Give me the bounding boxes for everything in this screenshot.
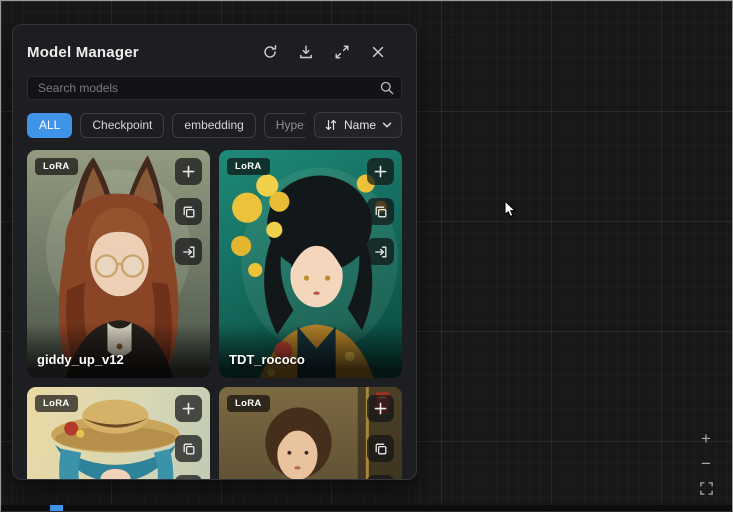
add-model-button[interactable] xyxy=(367,395,394,422)
copy-icon xyxy=(374,442,388,456)
plus-icon xyxy=(374,165,387,178)
load-model-button[interactable] xyxy=(367,238,394,265)
card-actions xyxy=(175,158,202,265)
panel-header-actions xyxy=(258,40,402,64)
refresh-icon xyxy=(262,44,278,60)
model-type-badge: LoRA xyxy=(35,395,78,412)
zoom-out-button[interactable]: − xyxy=(695,452,717,474)
arrow-into-box-icon xyxy=(374,245,388,259)
close-button[interactable] xyxy=(366,40,390,64)
model-type-badge: LoRA xyxy=(227,158,270,175)
card-actions xyxy=(175,395,202,479)
filter-chip-all[interactable]: ALL xyxy=(27,113,72,138)
copy-icon xyxy=(182,205,196,219)
card-actions xyxy=(367,158,394,265)
search-bar xyxy=(27,76,402,100)
copy-model-button[interactable] xyxy=(367,198,394,225)
load-model-button[interactable] xyxy=(175,238,202,265)
close-icon xyxy=(370,44,386,60)
search-input[interactable] xyxy=(27,76,402,100)
model-name: TDT_rococo xyxy=(229,352,305,367)
copy-icon xyxy=(374,205,388,219)
canvas-controls: + − xyxy=(695,427,717,499)
model-card-grid: LoRA giddy_up_v12 xyxy=(27,150,402,479)
copy-model-button[interactable] xyxy=(367,435,394,462)
filter-chip-embedding[interactable]: embedding xyxy=(172,113,255,138)
filter-chip-hypernetwork[interactable]: Hype› xyxy=(264,113,306,138)
plus-icon xyxy=(374,402,387,415)
copy-model-button[interactable] xyxy=(175,435,202,462)
panel-title: Model Manager xyxy=(27,44,139,61)
filter-chip-checkpoint[interactable]: Checkpoint xyxy=(80,113,164,138)
model-manager-panel: Model Manager ALL xyxy=(12,24,417,480)
load-model-button[interactable] xyxy=(175,475,202,479)
model-name: giddy_up_v12 xyxy=(37,352,124,367)
panel-header: Model Manager xyxy=(27,39,402,65)
model-type-badge: LoRA xyxy=(35,158,78,175)
plus-icon xyxy=(182,402,195,415)
load-model-button[interactable] xyxy=(367,475,394,479)
fit-view-icon xyxy=(699,481,714,496)
chevron-down-icon xyxy=(382,121,392,129)
card-name-overlay: TDT_rococo xyxy=(219,323,402,378)
model-card[interactable]: LoRA TDT_rococo xyxy=(219,150,402,378)
refresh-button[interactable] xyxy=(258,40,282,64)
bottom-edge-bar xyxy=(1,505,732,511)
filter-row: ALL Checkpoint embedding Hype› Name xyxy=(27,112,402,138)
copy-icon xyxy=(182,442,196,456)
fit-view-button[interactable] xyxy=(695,477,717,499)
plus-icon xyxy=(182,165,195,178)
model-card[interactable]: LoRA giddy_up_v12 xyxy=(27,150,210,378)
filter-chips: ALL Checkpoint embedding Hype› xyxy=(27,113,306,138)
zoom-in-button[interactable]: + xyxy=(695,427,717,449)
bottom-edge-accent xyxy=(50,505,63,511)
node-editor-canvas[interactable]: Model Manager ALL xyxy=(0,0,733,512)
card-actions xyxy=(367,395,394,479)
add-model-button[interactable] xyxy=(367,158,394,185)
model-card[interactable]: LoRA xyxy=(27,387,210,479)
expand-button[interactable] xyxy=(330,40,354,64)
mouse-cursor xyxy=(504,200,522,224)
download-button[interactable] xyxy=(294,40,318,64)
arrow-into-box-icon xyxy=(182,245,196,259)
chip-overflow-chevron-icon: › xyxy=(305,119,306,132)
sort-dropdown[interactable]: Name xyxy=(314,112,402,138)
add-model-button[interactable] xyxy=(175,158,202,185)
copy-model-button[interactable] xyxy=(175,198,202,225)
sort-label: Name xyxy=(344,118,376,132)
filter-chip-label: Hype xyxy=(276,118,304,132)
sort-icon xyxy=(324,118,338,132)
model-card[interactable]: LoRA xyxy=(219,387,402,479)
model-type-badge: LoRA xyxy=(227,395,270,412)
add-model-button[interactable] xyxy=(175,395,202,422)
download-icon xyxy=(298,44,314,60)
expand-icon xyxy=(334,44,350,60)
card-name-overlay: giddy_up_v12 xyxy=(27,323,210,378)
search-icon xyxy=(379,80,395,96)
